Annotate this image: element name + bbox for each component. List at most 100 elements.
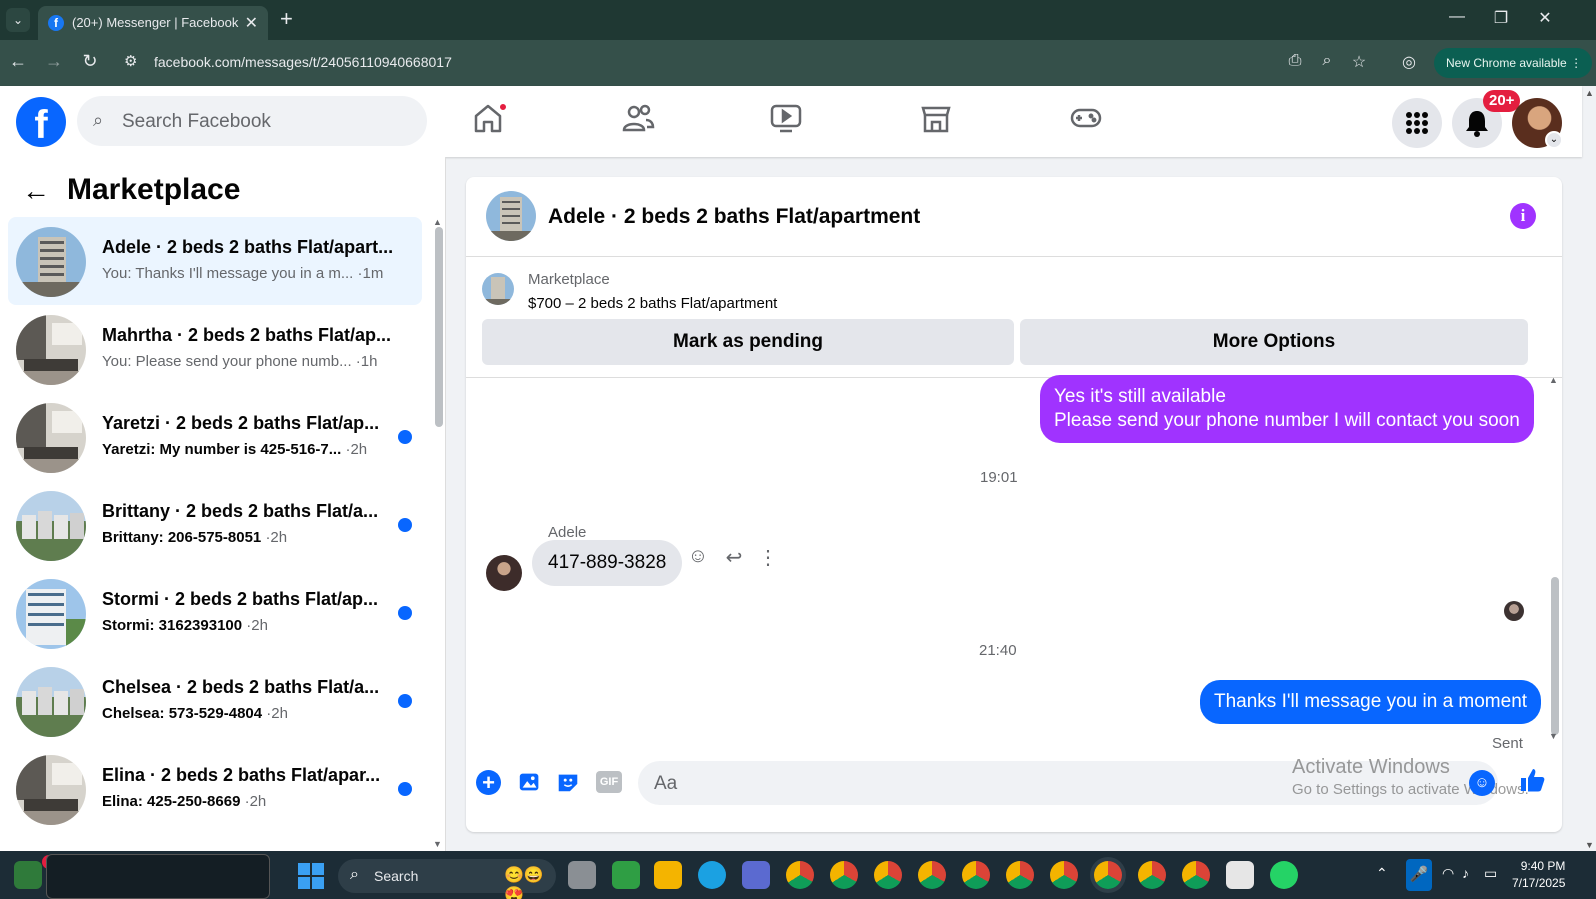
chrome-icon[interactable] — [874, 861, 902, 889]
conversation-item[interactable]: Elina · 2 beds 2 baths Flat/apar... Elin… — [8, 745, 422, 833]
file-explorer-icon[interactable] — [654, 861, 682, 889]
install-app-icon[interactable]: ⎙ — [1284, 52, 1306, 70]
windows-start-icon[interactable] — [298, 863, 324, 889]
marketplace-icon[interactable] — [918, 100, 962, 144]
page-scroll-up-icon[interactable]: ▲ — [1585, 88, 1594, 98]
like-thumb-icon[interactable] — [1518, 766, 1546, 801]
chrome-icon[interactable] — [1050, 861, 1078, 889]
listing-thumbnail — [16, 315, 86, 385]
preview-text: Elina: 425-250-8669 — [102, 793, 241, 810]
sent-status: Sent — [1492, 735, 1523, 752]
emoji-icon[interactable]: ☺ — [1469, 770, 1495, 796]
profile-icon[interactable]: ◎ — [1398, 52, 1420, 72]
conversation-item[interactable]: Mahrtha · 2 beds 2 baths Flat/ap... You:… — [8, 305, 422, 393]
volume-icon[interactable]: ♪ — [1462, 865, 1469, 881]
chrome-icon[interactable] — [1182, 861, 1210, 889]
back-icon[interactable]: ← — [6, 51, 30, 72]
conversation-item[interactable]: Brittany · 2 beds 2 baths Flat/a... Brit… — [8, 481, 422, 569]
close-window-icon[interactable]: ✕ — [1530, 8, 1560, 28]
new-tab-button[interactable]: + — [280, 6, 293, 32]
restore-icon[interactable]: ❐ — [1486, 8, 1516, 28]
more-actions-icon[interactable]: ⋮ — [756, 545, 780, 570]
address-bar[interactable]: facebook.com/messages/t/2405611094066801… — [154, 54, 452, 70]
browser-tab[interactable]: f (20+) Messenger | Facebook ✕ — [38, 6, 268, 40]
chrome-icon[interactable] — [918, 861, 946, 889]
photo-icon[interactable] — [516, 769, 544, 797]
preview-time: ·2h — [244, 793, 267, 810]
site-info-icon[interactable]: ⚙ — [124, 52, 137, 70]
chat-scrollbar[interactable] — [1551, 577, 1559, 735]
react-icon[interactable]: ☺ — [686, 545, 710, 568]
chat-scroll-up-icon[interactable]: ▲ — [1549, 375, 1558, 385]
reply-icon[interactable]: ↩ — [722, 545, 746, 570]
app-icon[interactable]: 1 — [14, 855, 56, 889]
more-options-button[interactable]: More Options — [1020, 319, 1528, 365]
zoom-icon[interactable]: ⌕ — [1316, 52, 1338, 70]
chrome-icon[interactable] — [962, 861, 990, 889]
facebook-logo-icon[interactable]: f — [16, 97, 66, 147]
taskbar-search[interactable]: ⌕ Search 😊😄😍 — [338, 859, 556, 899]
account-chevron-down-icon[interactable]: ⌄ — [1545, 131, 1563, 149]
listing-item[interactable]: $700 – 2 beds 2 baths Flat/apartment — [528, 295, 777, 312]
outgoing-message[interactable]: Yes it's still available Please send you… — [1040, 375, 1534, 443]
outgoing-message[interactable]: Thanks I'll message you in a moment — [1200, 680, 1542, 724]
minimize-icon[interactable]: — — [1442, 8, 1472, 26]
sender-avatar[interactable] — [486, 555, 522, 591]
home-icon[interactable] — [470, 100, 514, 144]
listing-thumbnail — [16, 227, 86, 297]
sidebar-scrollbar[interactable] — [435, 227, 443, 427]
microphone-icon[interactable]: 🎤 — [1406, 859, 1432, 891]
conversation-title: Chelsea · 2 beds 2 baths Flat/a... — [102, 677, 380, 697]
gaming-icon[interactable] — [1068, 100, 1112, 144]
search-placeholder: Search Facebook — [122, 111, 271, 132]
watch-icon[interactable] — [768, 100, 812, 144]
store-icon[interactable] — [742, 861, 770, 889]
preview-time: ·2h — [266, 705, 288, 722]
page-scroll-down-icon[interactable]: ▼ — [1585, 840, 1594, 850]
conversation-item[interactable]: Chelsea · 2 beds 2 baths Flat/a... Chels… — [8, 657, 422, 745]
chat-scroll-down-icon[interactable]: ▼ — [1549, 731, 1558, 741]
conversation-item[interactable]: Adele · 2 beds 2 baths Flat/apart... You… — [8, 217, 422, 305]
taskbar-window-preview[interactable] — [46, 854, 270, 899]
whatsapp-icon[interactable] — [1270, 861, 1298, 889]
sidebar-scroll-up-icon[interactable]: ▲ — [433, 217, 442, 227]
new-chrome-button[interactable]: New Chrome available ⋮ — [1434, 48, 1593, 78]
forward-icon[interactable]: → — [42, 51, 66, 72]
sidebar-scroll-down-icon[interactable]: ▼ — [433, 839, 442, 849]
listing-thumbnail — [16, 667, 86, 737]
menu-grid-icon[interactable] — [1392, 98, 1442, 148]
tray-chevron-up-icon[interactable]: ⌃ — [1376, 865, 1388, 882]
chrome-icon[interactable] — [1138, 861, 1166, 889]
incoming-message[interactable]: 417-889-3828 — [532, 540, 683, 586]
wifi-icon[interactable]: ◠ — [1442, 865, 1454, 882]
search-input[interactable]: ⌕ Search Facebook — [77, 96, 427, 146]
chrome-icon[interactable] — [1006, 861, 1034, 889]
edge-icon[interactable] — [698, 861, 726, 889]
preview-time: ·2h — [246, 617, 268, 634]
gif-icon[interactable]: GIF — [596, 771, 622, 793]
tab-list-button[interactable]: ⌄ — [6, 8, 30, 32]
chat-title[interactable]: Adele · 2 beds 2 baths Flat/apartment — [548, 205, 920, 229]
sticker-icon[interactable] — [554, 769, 582, 797]
close-tab-icon[interactable]: ✕ — [245, 13, 258, 33]
mark-as-pending-button[interactable]: Mark as pending — [482, 319, 1014, 365]
conversation-item[interactable]: Yaretzi · 2 beds 2 baths Flat/ap... Yare… — [8, 393, 422, 481]
browser-toolbar: ← → ↻ ⚙ facebook.com/messages/t/24056110… — [0, 40, 1596, 86]
reload-icon[interactable]: ↻ — [78, 51, 102, 72]
add-icon[interactable]: + — [476, 770, 501, 795]
excel-icon[interactable] — [612, 861, 640, 889]
chrome-icon[interactable] — [830, 861, 858, 889]
chat-avatar[interactable] — [486, 191, 536, 241]
conversation-preview: Elina: 425-250-8669 ·2h — [102, 793, 266, 810]
task-view-icon[interactable] — [568, 861, 596, 889]
chrome-icon[interactable] — [786, 861, 814, 889]
battery-icon[interactable]: ▭ — [1484, 865, 1497, 882]
info-icon[interactable]: i — [1510, 203, 1536, 229]
taskbar-clock[interactable]: 9:40 PM 7/17/2025 — [1512, 858, 1565, 892]
back-arrow-icon[interactable]: ← — [22, 175, 50, 207]
snipping-tool-icon[interactable] — [1226, 861, 1254, 889]
conversation-item[interactable]: Stormi · 2 beds 2 baths Flat/ap... Storm… — [8, 569, 422, 657]
chrome-icon[interactable] — [1094, 861, 1122, 889]
bookmark-star-icon[interactable]: ☆ — [1348, 52, 1370, 72]
friends-icon[interactable] — [620, 100, 664, 144]
